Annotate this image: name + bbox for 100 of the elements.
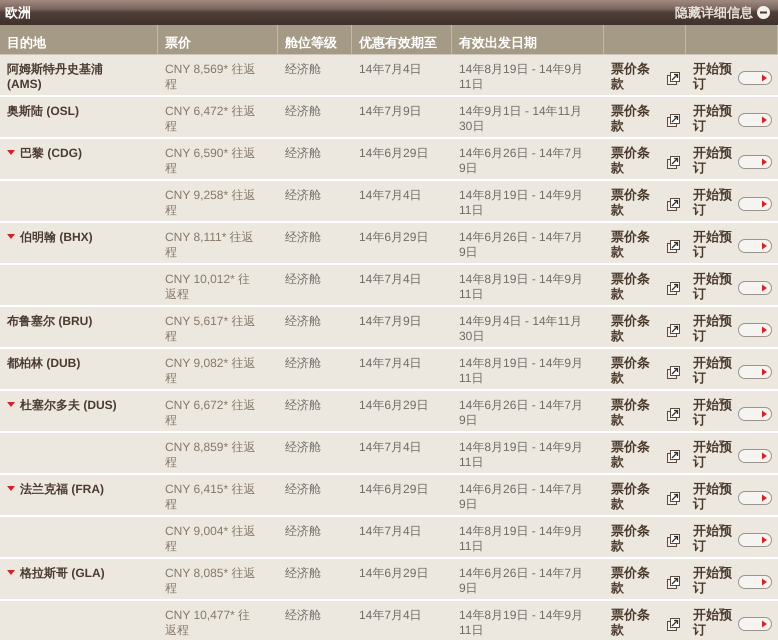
cabin-cell: 经济舱: [278, 601, 352, 640]
valid-until-cell: 14年6月29日: [352, 223, 452, 265]
go-button[interactable]: [738, 197, 772, 211]
valid-until-cell: 14年7月4日: [352, 349, 452, 391]
expanded-triangle-icon[interactable]: [7, 402, 15, 407]
fare-rules-link[interactable]: 票价条款: [611, 104, 654, 134]
start-booking-link[interactable]: 开始预订: [693, 356, 736, 386]
start-booking-link[interactable]: 开始预订: [693, 272, 736, 302]
fare-rules-link[interactable]: 票价条款: [611, 482, 654, 512]
expanded-triangle-icon[interactable]: [7, 150, 15, 155]
fare-rules-link[interactable]: 票价条款: [611, 608, 654, 638]
destination-name: 伯明翰 (BHX): [20, 230, 93, 246]
fare-cell: CNY 6,472* 往返程: [158, 97, 278, 139]
travel-dates-cell: 14年6月26日 - 14年7月9日: [452, 391, 604, 433]
valid-until-cell: 14年7月4日: [352, 601, 452, 640]
cabin-cell: 经济舱: [278, 433, 352, 475]
fare-cell: CNY 10,477* 往返程: [158, 601, 278, 640]
go-button[interactable]: [738, 239, 772, 253]
start-booking-link[interactable]: 开始预订: [693, 188, 736, 218]
start-booking-link[interactable]: 开始预订: [693, 524, 736, 554]
start-booking-link[interactable]: 开始预订: [693, 440, 736, 470]
start-booking-link[interactable]: 开始预订: [693, 482, 736, 512]
external-link-icon[interactable]: [667, 618, 680, 631]
start-booking-link[interactable]: 开始预订: [693, 146, 736, 176]
external-link-icon[interactable]: [667, 282, 680, 295]
fare-rules-link[interactable]: 票价条款: [611, 440, 654, 470]
cabin-cell: 经济舱: [278, 475, 352, 517]
destination-name: 杜塞尔多夫 (DUS): [20, 398, 117, 414]
fare-rules-link[interactable]: 票价条款: [611, 356, 654, 386]
go-button[interactable]: [738, 575, 772, 589]
external-link-icon[interactable]: [667, 576, 680, 589]
fare-rules-link[interactable]: 票价条款: [611, 62, 654, 92]
destination-name: 布鲁塞尔 (BRU): [7, 314, 92, 330]
go-button[interactable]: [738, 449, 772, 463]
fare-rules-link[interactable]: 票价条款: [611, 146, 654, 176]
expanded-triangle-icon[interactable]: [7, 234, 15, 239]
region-title: 欧洲: [5, 4, 31, 22]
travel-dates-cell: 14年8月19日 - 14年9月11日: [452, 349, 604, 391]
external-link-icon[interactable]: [667, 198, 680, 211]
valid-until-cell: 14年7月4日: [352, 433, 452, 475]
go-button[interactable]: [738, 155, 772, 169]
travel-dates-cell: 14年8月19日 - 14年9月11日: [452, 601, 604, 640]
external-link-icon[interactable]: [667, 366, 680, 379]
travel-dates-cell: 14年6月26日 - 14年7月9日: [452, 475, 604, 517]
travel-dates-cell: 14年8月19日 - 14年9月11日: [452, 55, 604, 97]
go-button[interactable]: [738, 365, 772, 379]
external-link-icon[interactable]: [667, 114, 680, 127]
fare-cell: CNY 8,569* 往返程: [158, 55, 278, 97]
fare-cell: CNY 10,012* 往返程: [158, 265, 278, 307]
expanded-triangle-icon[interactable]: [7, 486, 15, 491]
external-link-icon[interactable]: [667, 492, 680, 505]
fare-cell: CNY 6,672* 往返程: [158, 391, 278, 433]
fare-cell: CNY 8,859* 往返程: [158, 433, 278, 475]
external-link-icon[interactable]: [667, 324, 680, 337]
fare-rules-link[interactable]: 票价条款: [611, 314, 654, 344]
external-link-icon[interactable]: [667, 450, 680, 463]
go-button[interactable]: [738, 323, 772, 337]
start-booking-link[interactable]: 开始预订: [693, 398, 736, 428]
go-button[interactable]: [738, 281, 772, 295]
fare-cell: CNY 8,111* 往返程: [158, 223, 278, 265]
destination-header: 目的地: [0, 25, 158, 55]
external-link-icon[interactable]: [667, 72, 680, 85]
travel-dates-cell: 14年8月19日 - 14年9月11日: [452, 181, 604, 223]
hide-details-link[interactable]: 隐藏详细信息: [675, 4, 753, 22]
start-booking-link[interactable]: 开始预订: [693, 62, 736, 92]
go-button[interactable]: [738, 71, 772, 85]
start-booking-link[interactable]: 开始预订: [693, 608, 736, 638]
cabin-cell: 经济舱: [278, 55, 352, 97]
travel-dates-cell: 14年8月19日 - 14年9月11日: [452, 265, 604, 307]
fare-cell: CNY 9,004* 往返程: [158, 517, 278, 559]
valid-until-cell: 14年7月4日: [352, 55, 452, 97]
fare-rules-link[interactable]: 票价条款: [611, 566, 654, 596]
go-button[interactable]: [738, 491, 772, 505]
go-button[interactable]: [738, 533, 772, 547]
start-booking-link[interactable]: 开始预订: [693, 230, 736, 260]
start-booking-link[interactable]: 开始预订: [693, 104, 736, 134]
fare-cell: CNY 8,085* 往返程: [158, 559, 278, 601]
expanded-triangle-icon[interactable]: [7, 570, 15, 575]
fare-rules-link[interactable]: 票价条款: [611, 524, 654, 554]
cabin-cell: 经济舱: [278, 559, 352, 601]
go-button[interactable]: [738, 407, 772, 421]
fare-rules-link[interactable]: 票价条款: [611, 272, 654, 302]
destination-name: 格拉斯哥 (GLA): [20, 566, 105, 582]
start-booking-link[interactable]: 开始预订: [693, 314, 736, 344]
go-button[interactable]: [738, 617, 772, 631]
fare-rules-link[interactable]: 票价条款: [611, 398, 654, 428]
collapse-icon[interactable]: [757, 6, 770, 19]
go-button[interactable]: [738, 113, 772, 127]
fare-rules-link[interactable]: 票价条款: [611, 188, 654, 218]
travel-dates-cell: 14年6月26日 - 14年7月9日: [452, 139, 604, 181]
external-link-icon[interactable]: [667, 408, 680, 421]
fare-rules-link[interactable]: 票价条款: [611, 230, 654, 260]
valid-until-cell: 14年7月4日: [352, 517, 452, 559]
external-link-icon[interactable]: [667, 156, 680, 169]
external-link-icon[interactable]: [667, 240, 680, 253]
fare-cell: CNY 6,590* 往返程: [158, 139, 278, 181]
external-link-icon[interactable]: [667, 534, 680, 547]
start-booking-link[interactable]: 开始预订: [693, 566, 736, 596]
valid-until-cell: 14年7月9日: [352, 97, 452, 139]
cabin-cell: 经济舱: [278, 349, 352, 391]
